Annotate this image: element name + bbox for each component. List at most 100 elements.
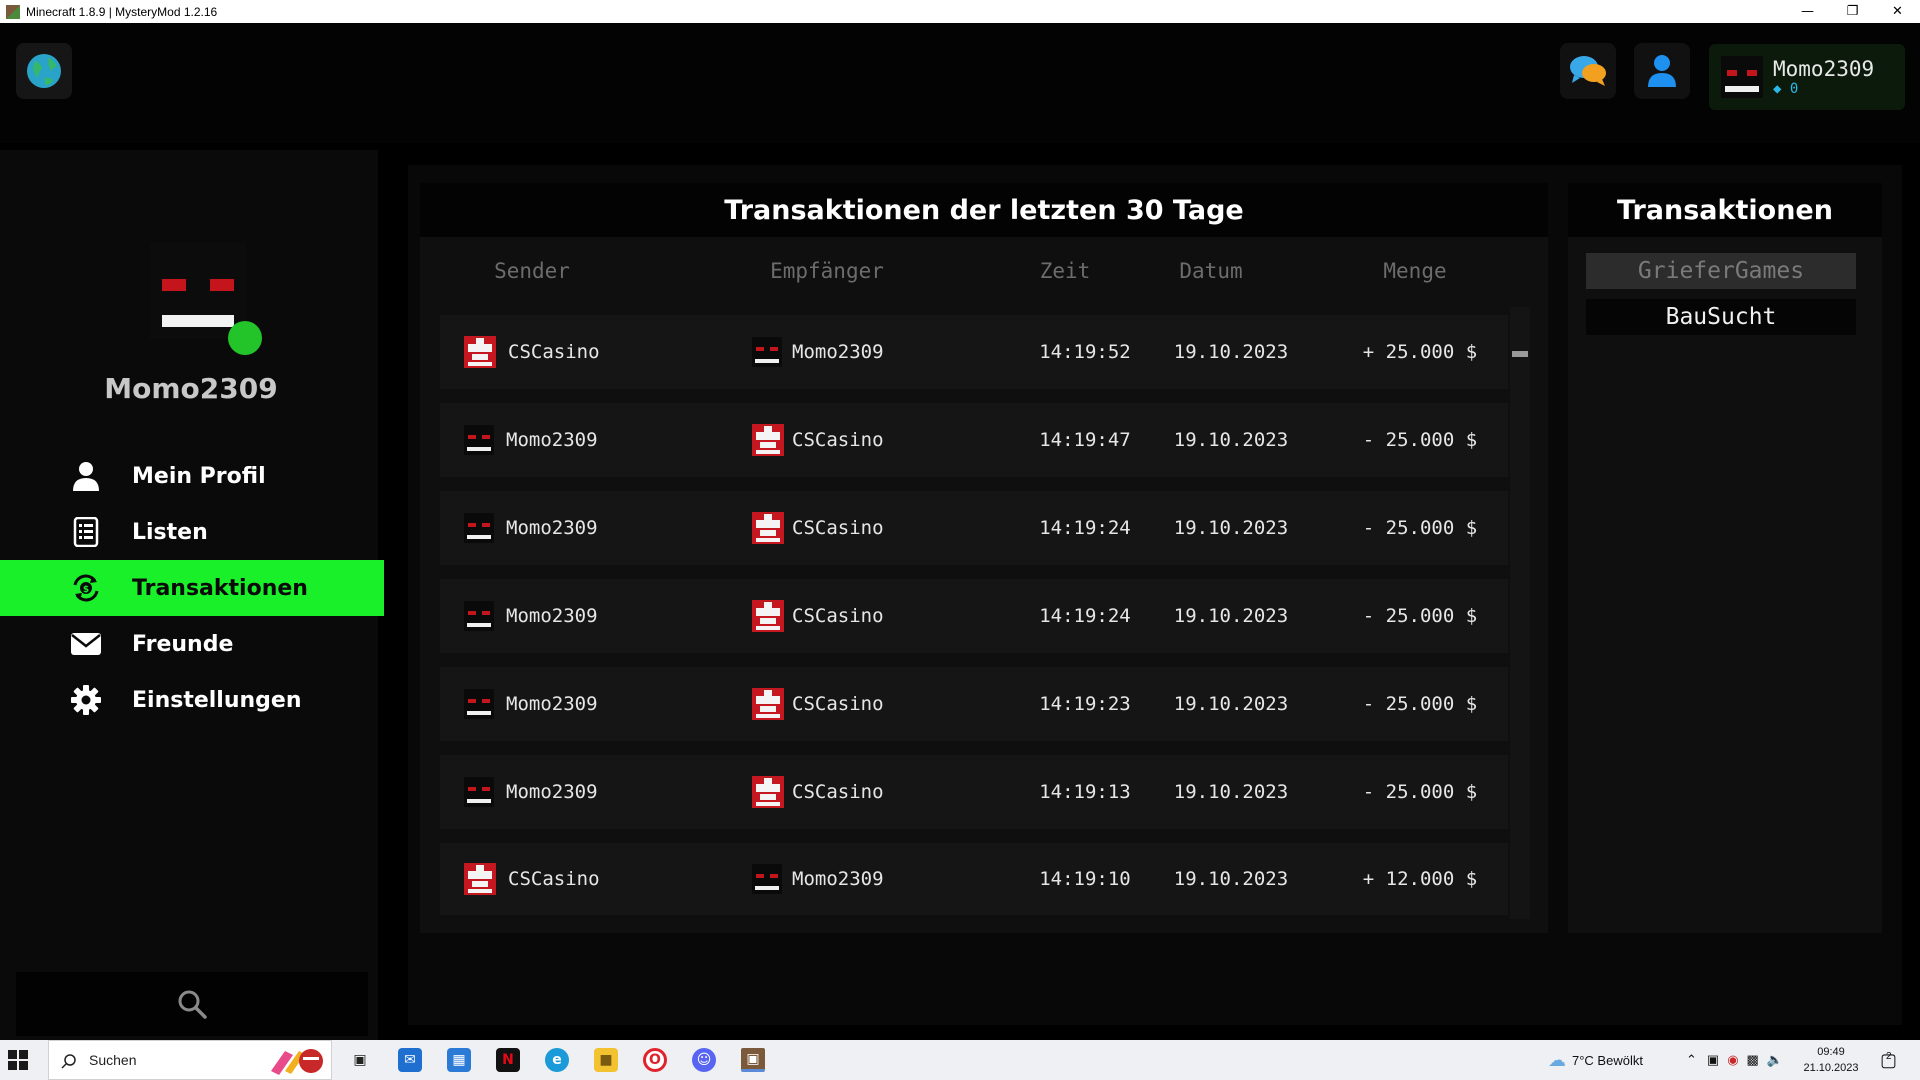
transaction-date: 19.10.2023 [1173,693,1289,715]
transaction-time: 14:19:24 [1039,605,1131,627]
person-icon [1648,55,1676,87]
player-avatar-icon [752,864,782,894]
file-explorer-icon[interactable]: ■ [594,1048,618,1072]
user-coins: ◆ 0 [1773,81,1874,97]
window-titlebar: Minecraft 1.8.9 | MysteryMod 1.2.16 — ❐ … [0,0,1920,23]
transaction-row[interactable]: Momo2309 CSCasino 14:19:24 19.10.2023 - … [440,491,1508,565]
transaction-sender: CSCasino [508,341,600,363]
player-avatar-icon [464,425,494,455]
sidebar-item-listen[interactable]: Listen [0,504,384,560]
column-header-sender: Sender [494,259,570,283]
transaction-row[interactable]: CSCasino Momo2309 14:19:10 19.10.2023 + … [440,843,1508,915]
transaction-amount: + 12.000 $ [1362,868,1478,890]
minimize-button[interactable]: — [1785,0,1830,23]
user-avatar [1721,56,1763,98]
transaction-recipient: Momo2309 [792,868,884,890]
gear-icon [70,684,102,716]
transaction-time: 14:19:13 [1039,781,1131,803]
sidebar-item-einstellungen[interactable]: Einstellungen [0,672,384,728]
tray-network-icon[interactable]: ◉ [1727,1052,1738,1068]
chat-button[interactable] [1560,43,1616,99]
account-button[interactable] [1634,43,1690,99]
transaction-row[interactable]: Momo2309 CSCasino 14:19:47 19.10.2023 - … [440,403,1508,477]
search-icon [61,1054,76,1069]
discord-app-icon[interactable]: ☺ [692,1048,716,1072]
transaction-amount: - 25.000 $ [1362,517,1478,539]
tray-overflow-icon[interactable]: ⌃ [1686,1052,1697,1068]
tray-device-icon[interactable]: ▣ [1707,1052,1719,1068]
player-avatar-icon [752,337,782,367]
system-clock[interactable]: 09:49 21.10.2023 [1796,1044,1866,1076]
transaction-date: 19.10.2023 [1173,517,1289,539]
cscasino-avatar-icon [752,424,784,456]
transaction-row[interactable]: CSCasino Momo2309 14:19:52 19.10.2023 + … [440,315,1508,389]
restore-button[interactable]: ❐ [1830,0,1875,23]
user-name: Momo2309 [1773,57,1875,81]
transaction-sender: Momo2309 [506,781,598,803]
transaction-sender: Momo2309 [506,429,598,451]
tray-display-icon[interactable]: ▩ [1747,1052,1759,1068]
transaction-sender: Momo2309 [506,517,598,539]
clock-time: 09:49 [1817,1046,1845,1058]
transaction-recipient: Momo2309 [792,341,884,363]
transaction-sender: Momo2309 [506,605,598,627]
search-highlight-icon [271,1049,323,1075]
transaction-row[interactable]: Momo2309 CSCasino 14:19:24 19.10.2023 - … [440,579,1508,653]
mail-app-icon[interactable]: ✉ [398,1048,422,1072]
diamond-icon: ◆ [1773,81,1782,97]
money-exchange-icon: $ [70,572,102,604]
window-title: Minecraft 1.8.9 | MysteryMod 1.2.16 [26,4,218,19]
close-button[interactable]: ✕ [1875,0,1920,23]
sidebar-item-freunde[interactable]: Freunde [0,616,384,672]
scrollbar-thumb[interactable] [1512,351,1528,357]
transaction-recipient: CSCasino [792,429,884,451]
task-view-button[interactable]: ▣ [348,1048,372,1072]
transaction-recipient: CSCasino [792,693,884,715]
coin-count: 0 [1789,81,1799,97]
sidebar-item-transaktionen[interactable]: $ Transaktionen [0,560,384,616]
sidebar-item-label: Freunde [132,631,234,657]
taskbar-search[interactable]: Suchen [48,1040,332,1080]
notification-center-icon[interactable]: ▢ 2 [1880,1050,1897,1071]
person-icon [70,460,102,492]
globe-icon [27,54,61,88]
transaction-date: 19.10.2023 [1173,429,1289,451]
transaction-row[interactable]: Momo2309 CSCasino 14:19:23 19.10.2023 - … [440,667,1508,741]
windows-start-button[interactable] [8,1050,28,1070]
player-avatar-icon [464,513,494,543]
transaction-date: 19.10.2023 [1173,341,1289,363]
player-avatar-icon [464,601,494,631]
minecraft-taskbar-icon[interactable]: ▣ [741,1048,765,1072]
transaction-sender: CSCasino [508,868,600,890]
transaction-time: 14:19:24 [1039,517,1131,539]
server-card: Transaktionen GrieferGames BauSucht [1568,183,1882,933]
transaction-amount: + 25.000 $ [1362,341,1478,363]
globe-button[interactable] [16,43,72,99]
svg-text:$: $ [83,585,89,595]
volume-icon[interactable]: 🔈 [1767,1052,1783,1068]
sidebar-item-mein-profil[interactable]: Mein Profil [0,448,384,504]
server-item-griefergames[interactable]: GrieferGames [1586,253,1856,289]
server-item-bausucht[interactable]: BauSucht [1586,299,1856,335]
envelope-icon [70,628,102,660]
netflix-app-icon[interactable]: N [496,1048,520,1072]
sidebar-item-label: Transaktionen [132,575,308,601]
transaction-amount: - 25.000 $ [1362,605,1478,627]
user-card[interactable]: Momo2309 ◆ 0 [1709,44,1905,110]
transaction-amount: - 25.000 $ [1362,781,1478,803]
weather-text[interactable]: 7°C Bewölkt [1572,1053,1643,1068]
list-icon [70,516,102,548]
edge-browser-icon[interactable]: e [545,1048,569,1072]
store-app-icon[interactable]: ▦ [447,1048,471,1072]
transaction-row[interactable]: Momo2309 CSCasino 14:19:13 19.10.2023 - … [440,755,1508,829]
transaction-date: 19.10.2023 [1173,781,1289,803]
transactions-scrollbar[interactable] [1510,307,1530,919]
transactions-card: Transaktionen der letzten 30 Tage Sender… [420,183,1548,933]
opera-browser-icon[interactable]: O [643,1048,667,1072]
windows-taskbar: Suchen ▣ ✉ ▦ N e ■ O ☺ ▣ ☁ 7°C Bewölkt ⌃… [0,1040,1920,1080]
cscasino-avatar-icon [464,336,496,368]
transaction-time: 14:19:10 [1039,868,1131,890]
notification-count: 2 [1886,1050,1892,1062]
sidebar-search-button[interactable] [16,972,368,1036]
transactions-list: CSCasino Momo2309 14:19:52 19.10.2023 + … [440,315,1508,915]
